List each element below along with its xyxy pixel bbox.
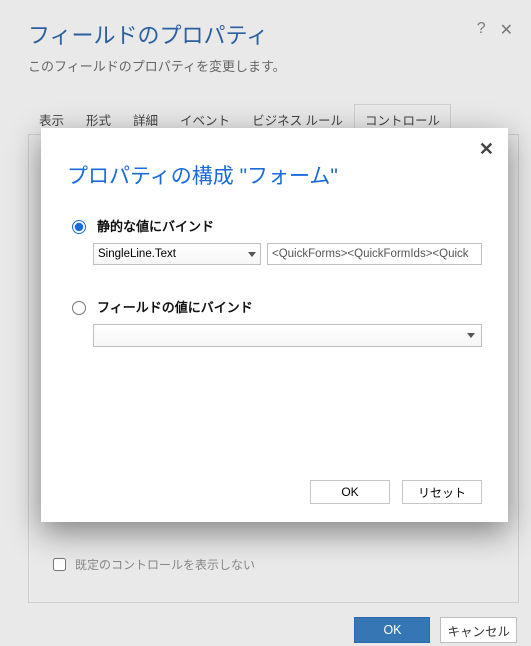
dialog-title: プロパティの構成 "フォーム" xyxy=(67,160,482,190)
dialog-close-icon[interactable]: ✕ xyxy=(479,140,494,158)
configure-property-dialog: ✕ プロパティの構成 "フォーム" 静的な値にバインド SingleLine.T… xyxy=(41,128,508,522)
title-controls: ? ✕ xyxy=(477,18,519,40)
bind-static-option[interactable]: 静的な値にバインド xyxy=(67,216,482,235)
field-properties-page: フィールドのプロパティ ? ✕ このフィールドのプロパティを変更します。 表示 … xyxy=(0,0,531,646)
cancel-button[interactable]: キャンセル xyxy=(440,617,517,643)
bind-field-label: フィールドの値にバインド xyxy=(97,297,253,316)
bind-static-group: 静的な値にバインド SingleLine.Text xyxy=(67,216,482,265)
static-type-select[interactable]: SingleLine.Text xyxy=(93,243,261,265)
hide-default-control-label: 既定のコントロールを表示しない xyxy=(75,556,255,573)
bind-static-body: SingleLine.Text xyxy=(67,243,482,265)
title-row: フィールドのプロパティ ? ✕ xyxy=(28,18,519,56)
dialog-ok-button[interactable]: OK xyxy=(310,480,390,504)
tab-label: 表示 xyxy=(39,114,64,128)
dialog-reset-button[interactable]: リセット xyxy=(402,480,482,504)
hide-default-control-row[interactable]: 既定のコントロールを表示しない xyxy=(49,555,255,574)
close-icon[interactable]: ✕ xyxy=(500,20,513,40)
bind-field-option[interactable]: フィールドの値にバインド xyxy=(67,297,482,316)
page-subtitle: このフィールドのプロパティを変更します。 xyxy=(28,56,519,75)
tab-label: ビジネス ルール xyxy=(252,114,343,128)
bind-static-radio[interactable] xyxy=(72,220,86,234)
tab-label: 形式 xyxy=(86,114,111,128)
static-value-input[interactable] xyxy=(267,243,482,265)
page-title: フィールドのプロパティ xyxy=(28,18,268,50)
help-icon[interactable]: ? xyxy=(477,20,486,40)
tab-label: 詳細 xyxy=(133,114,158,128)
tab-label: イベント xyxy=(180,114,230,128)
bind-field-radio[interactable] xyxy=(72,301,86,315)
static-type-combo-wrap: SingleLine.Text xyxy=(93,243,261,265)
tab-label: コントロール xyxy=(365,114,440,128)
bind-field-group: フィールドの値にバインド xyxy=(67,297,482,347)
hide-default-control-checkbox[interactable] xyxy=(53,558,66,571)
bind-field-combo-wrap xyxy=(93,324,482,347)
bind-static-label: 静的な値にバインド xyxy=(97,216,214,235)
bind-field-select[interactable] xyxy=(93,324,482,347)
ok-button[interactable]: OK xyxy=(354,617,430,643)
page-footer: OK キャンセル xyxy=(28,603,519,643)
dialog-footer: OK リセット xyxy=(67,480,482,504)
